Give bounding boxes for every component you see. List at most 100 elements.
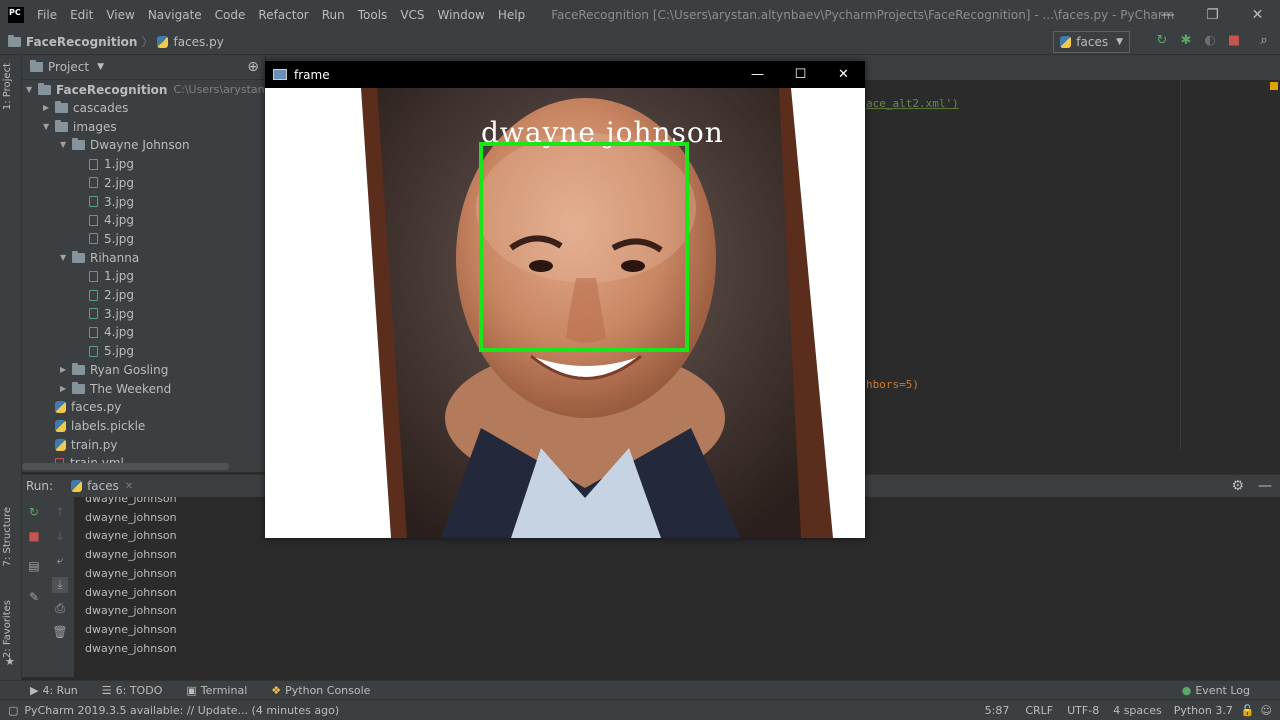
hide-panel-icon[interactable]: — [1258,478,1272,494]
tree-folder[interactable]: ▶ cascades [43,99,128,117]
inspection-status-icon[interactable] [1270,82,1278,90]
stop-icon[interactable]: ■ [26,529,42,545]
tool-tab-python-console[interactable]: ❖ Python Console [271,684,370,697]
tree-folder[interactable]: ▶ Ryan Gosling [60,361,168,379]
folder-icon [72,362,85,375]
expand-arrow-icon[interactable]: ▶ [60,361,72,379]
up-arrow-icon[interactable]: ↑ [52,505,68,521]
close-icon[interactable]: ✕ [822,61,865,88]
menu-edit[interactable]: Edit [63,8,99,22]
tree-file[interactable]: 1.jpg [77,267,134,285]
tree-file[interactable]: 5.jpg [77,342,134,360]
rerun-icon[interactable]: ↻ [26,505,42,521]
search-icon[interactable]: ⌕ [1256,32,1272,48]
structure-tool-tab[interactable]: 7: Structure [2,507,13,566]
minimize-icon[interactable]: — [736,61,779,88]
trash-icon[interactable]: 🗑 [52,625,68,641]
user-icon[interactable]: ☺ [1261,704,1272,717]
close-tab-icon[interactable]: ✕ [125,481,133,492]
line-separator[interactable]: CRLF [1025,704,1053,717]
status-message[interactable]: PyCharm 2019.3.5 available: // Update...… [24,704,339,717]
tool-tab-run[interactable]: ▶ 4: Run [30,684,78,697]
restore-icon[interactable]: ❐ [1190,0,1235,29]
gear-icon[interactable]: ⚙ [1231,478,1244,494]
tree-root[interactable]: ▼ FaceRecognition C:\Users\arystan.altyn… [26,81,265,99]
stop-icon[interactable]: ■ [1226,32,1242,48]
coverage-icon[interactable]: ◐ [1202,32,1218,48]
tree-file[interactable]: 3.jpg [77,305,134,323]
down-arrow-icon[interactable]: ↓ [52,529,68,545]
print-icon[interactable]: ⎙ [52,601,68,617]
caret-position[interactable]: 5:87 [985,704,1010,717]
breadcrumb-file[interactable]: faces.py [157,34,224,49]
tree-file[interactable]: 3.jpg [77,193,134,211]
pin-icon[interactable]: ✎ [26,590,42,606]
expand-arrow-icon[interactable]: ▶ [43,99,55,117]
maximize-icon[interactable]: ☐ [779,61,822,88]
menu-navigate[interactable]: Navigate [141,8,208,22]
tool-tab-todo[interactable]: ☰ 6: TODO [102,684,163,697]
tree-file[interactable]: 5.jpg [77,230,134,248]
menu-view[interactable]: View [99,8,140,22]
tree-item-label: Dwayne Johnson [90,138,190,153]
tree-folder[interactable]: ▶ The Weekend [60,380,171,398]
scroll-to-end-icon[interactable]: ⤓ [52,577,68,593]
menu-tools[interactable]: Tools [351,8,394,22]
menu-file[interactable]: File [30,8,63,22]
breadcrumb-file-label: faces.py [173,34,224,49]
tree-file[interactable]: 2.jpg [77,286,134,304]
favorites-tool-tab[interactable]: 2: Favorites [2,600,13,658]
horizontal-scrollbar[interactable] [22,463,229,470]
menu-help[interactable]: Help [491,8,531,22]
expand-arrow-icon[interactable]: ▼ [60,136,72,154]
console-line: dwayne_johnson [85,529,177,543]
menu-run[interactable]: Run [315,8,351,22]
tree-file[interactable]: faces.py [43,398,121,416]
tree-file[interactable]: 4.jpg [77,211,134,229]
tree-folder[interactable]: ▼ Rihanna [60,249,139,267]
soft-wrap-icon[interactable]: ⤶ [52,553,68,569]
layout-icon[interactable]: ▤ [26,559,42,575]
cv-frame-window[interactable]: frame — ☐ ✕ dwayne johnson [265,61,865,538]
project-view-select[interactable]: Project [48,60,89,74]
tool-tab-terminal[interactable]: ▣ Terminal [186,684,247,697]
folder-icon [72,381,85,394]
python-icon [1060,36,1072,48]
expand-arrow-icon[interactable]: ▼ [60,249,72,267]
menu-code[interactable]: Code [208,8,252,22]
rerun-icon[interactable]: ↻ [1154,32,1170,48]
image-file-icon [89,270,98,282]
run-configuration-select[interactable]: faces ▼ [1053,31,1130,53]
menu-window[interactable]: Window [431,8,491,22]
tree-file[interactable]: 2.jpg [77,174,134,192]
tool-tab-label: 4: Run [42,684,78,697]
status-toggle-icon[interactable]: ▢ [8,704,18,717]
locate-icon[interactable]: ⊕ [247,59,259,75]
tree-file[interactable]: labels.pickle [43,417,145,435]
tree-item-label: 5.jpg [104,231,135,246]
indent-setting[interactable]: 4 spaces [1113,704,1162,717]
cv-window-titlebar[interactable]: frame — ☐ ✕ [265,61,865,88]
debug-icon[interactable]: ✱ [1178,32,1194,48]
python-interpreter[interactable]: Python 3.7 [1174,704,1233,717]
menu-refactor[interactable]: Refactor [251,8,314,22]
project-tool-tab[interactable]: 1: Project [2,63,13,110]
lock-icon[interactable]: 🔓 [1241,704,1255,717]
chevron-down-icon[interactable]: ▼ [97,62,104,72]
expand-arrow-icon[interactable]: ▼ [43,118,55,136]
close-icon[interactable]: ✕ [1235,0,1280,29]
breadcrumb-project[interactable]: FaceRecognition 〉 [8,33,157,50]
tree-file[interactable]: train.py [43,436,117,454]
expand-arrow-icon[interactable]: ▶ [60,380,72,398]
run-tab-faces[interactable]: faces ✕ [71,479,133,493]
tree-folder[interactable]: ▼ Dwayne Johnson [60,136,190,154]
file-encoding[interactable]: UTF-8 [1067,704,1099,717]
menu-vcs[interactable]: VCS [393,8,430,22]
event-log-button[interactable]: ● Event Log [1182,684,1250,697]
minimize-icon[interactable]: — [1145,0,1190,29]
tree-item-label: 4.jpg [104,213,135,228]
expand-arrow-icon[interactable]: ▼ [26,81,38,99]
tree-file[interactable]: 4.jpg [77,323,134,341]
tree-folder[interactable]: ▼ images [43,118,117,136]
tree-file[interactable]: 1.jpg [77,155,134,173]
